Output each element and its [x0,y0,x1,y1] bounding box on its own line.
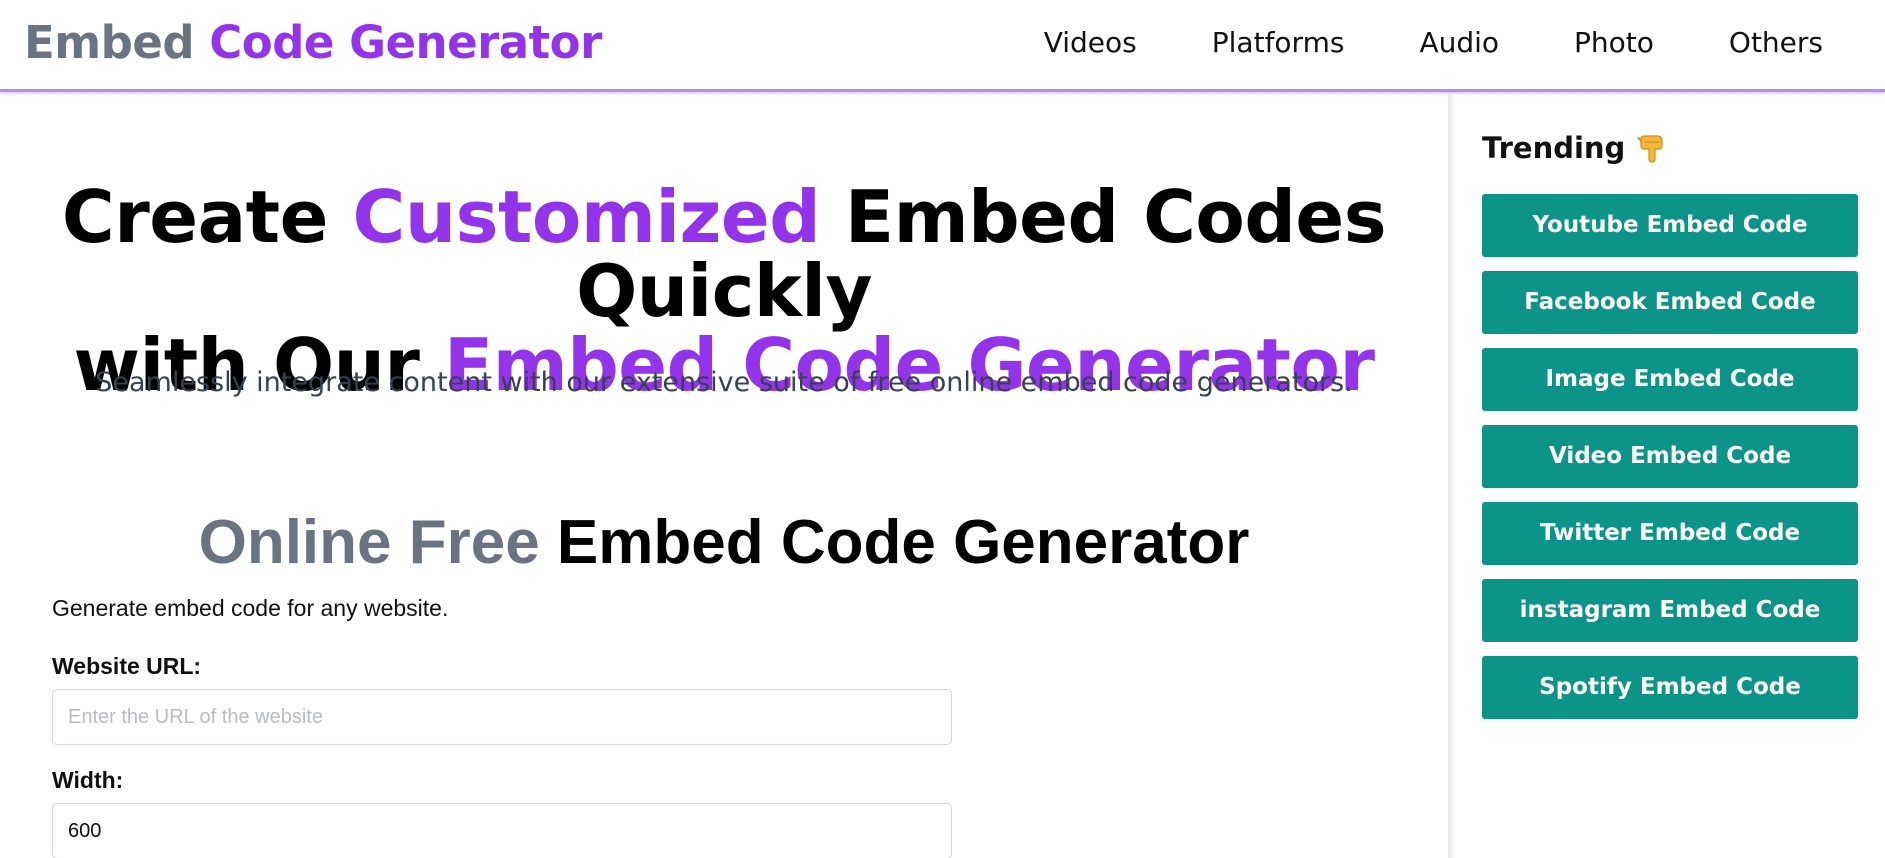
main-nav: Videos Platforms Audio Photo Others [1044,26,1823,59]
pointing-down-hand-icon [1637,133,1665,163]
tool-title-main: Embed Code Generator [539,508,1250,577]
trending-sidebar: Trending Youtube Embed Code Facebook Emb… [1456,95,1885,858]
width-label: Width: [52,767,124,793]
hero-subtitle: Seamlessly integrate content with our ex… [95,367,1353,398]
trending-video-embed[interactable]: Video Embed Code [1482,425,1858,488]
tool-title: Online Free Embed Code Generator [0,507,1448,578]
site-header: Embed Code Generator Videos Platforms Au… [0,0,1885,92]
trending-twitter-embed[interactable]: Twitter Embed Code [1482,502,1858,565]
trending-list: Youtube Embed Code Facebook Embed Code I… [1482,194,1858,733]
website-url-input[interactable] [52,689,952,745]
tool-title-muted: Online Free [198,508,540,577]
trending-heading-text: Trending [1482,131,1626,165]
trending-spotify-embed[interactable]: Spotify Embed Code [1482,656,1858,719]
hero-title-highlight: Customized [352,175,821,259]
site-logo[interactable]: Embed Code Generator [24,16,602,69]
logo-word-embed: Embed [24,16,195,69]
nav-others[interactable]: Others [1729,26,1823,59]
nav-videos[interactable]: Videos [1044,26,1137,59]
sidebar-divider [1448,95,1456,858]
trending-facebook-embed[interactable]: Facebook Embed Code [1482,271,1858,334]
nav-photo[interactable]: Photo [1574,26,1654,59]
trending-instagram-embed[interactable]: instagram Embed Code [1482,579,1858,642]
hero-title-part: Create [61,175,353,259]
trending-image-embed[interactable]: Image Embed Code [1482,348,1858,411]
main-content: Create Customized Embed Codes Quickly wi… [0,95,1448,858]
tool-intro: Generate embed code for any website. [52,595,449,621]
logo-word-code-generator: Code Generator [209,16,602,69]
nav-audio[interactable]: Audio [1419,26,1499,59]
trending-youtube-embed[interactable]: Youtube Embed Code [1482,194,1858,257]
nav-platforms[interactable]: Platforms [1212,26,1345,59]
width-input[interactable] [52,803,952,858]
website-url-label: Website URL: [52,653,202,679]
trending-heading: Trending [1482,131,1665,165]
